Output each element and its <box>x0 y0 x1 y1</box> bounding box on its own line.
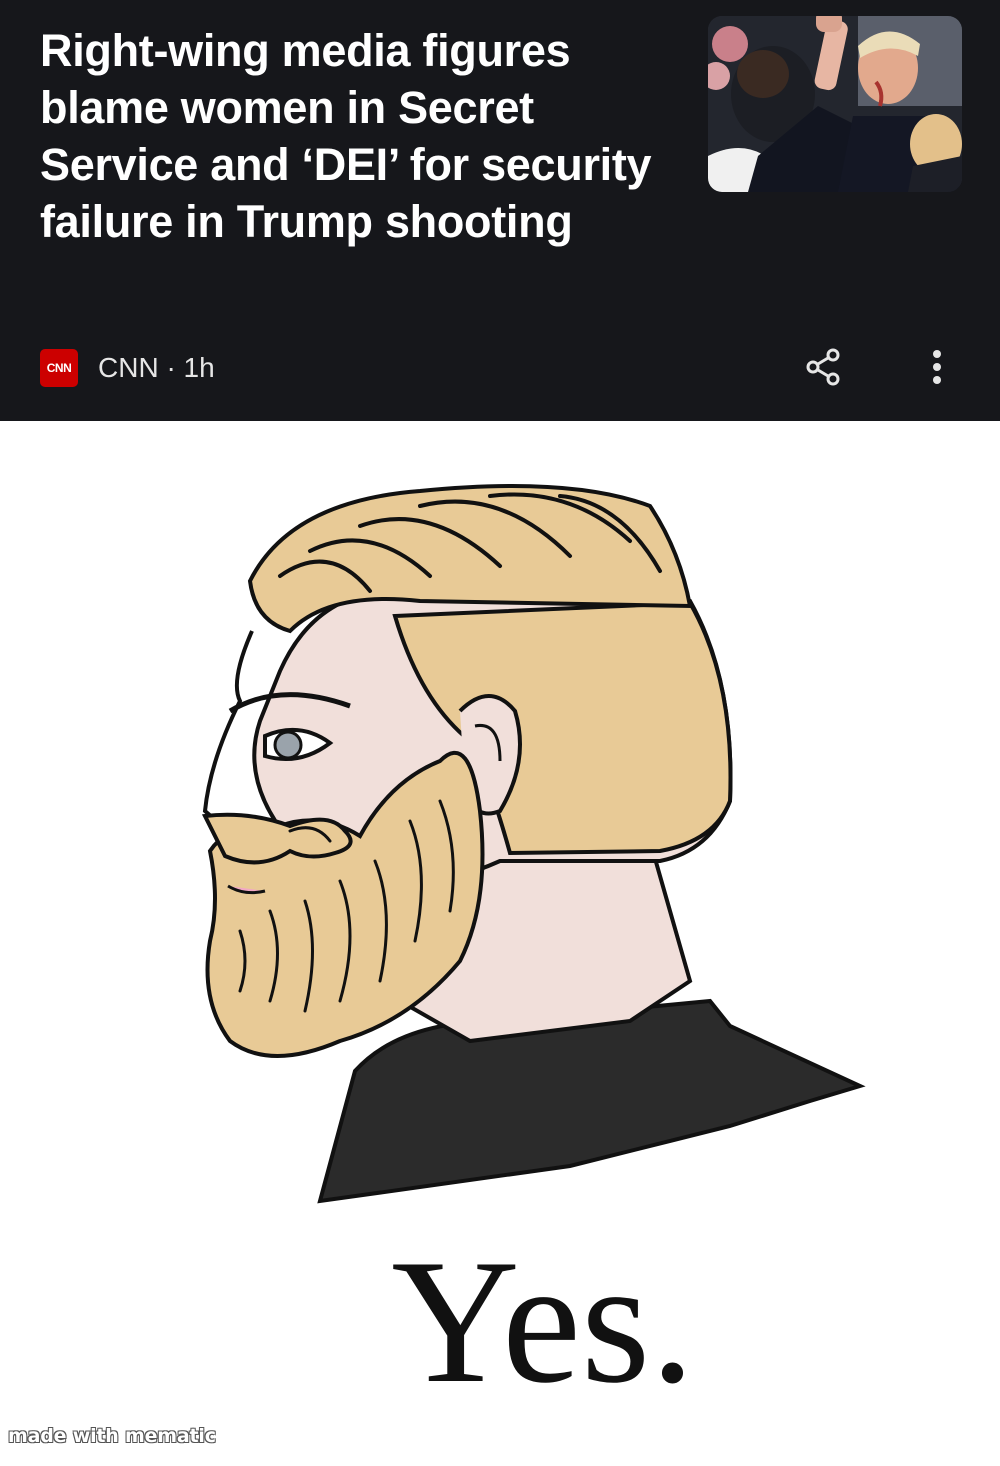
nordic-gamer-illustration <box>201 484 866 1204</box>
more-vert-icon <box>933 350 941 384</box>
mematic-watermark: made with mematic <box>8 1425 216 1447</box>
share-icon <box>806 348 840 386</box>
meme-image: Yes. made with mematic <box>0 421 1000 1466</box>
source-meta: CNN · 1h <box>98 352 215 383</box>
more-options-button[interactable] <box>922 346 952 388</box>
thumbnail-photo <box>708 16 962 192</box>
share-button[interactable] <box>802 346 844 388</box>
headline[interactable]: Right-wing media figures blame women in … <box>40 22 660 250</box>
meme-caption: Yes. <box>391 1222 695 1420</box>
source-row: CNN CNN · 1h <box>40 346 960 390</box>
news-thumbnail[interactable] <box>708 16 962 192</box>
cnn-logo: CNN <box>40 349 78 387</box>
news-card[interactable]: Right-wing media figures blame women in … <box>0 0 1000 421</box>
